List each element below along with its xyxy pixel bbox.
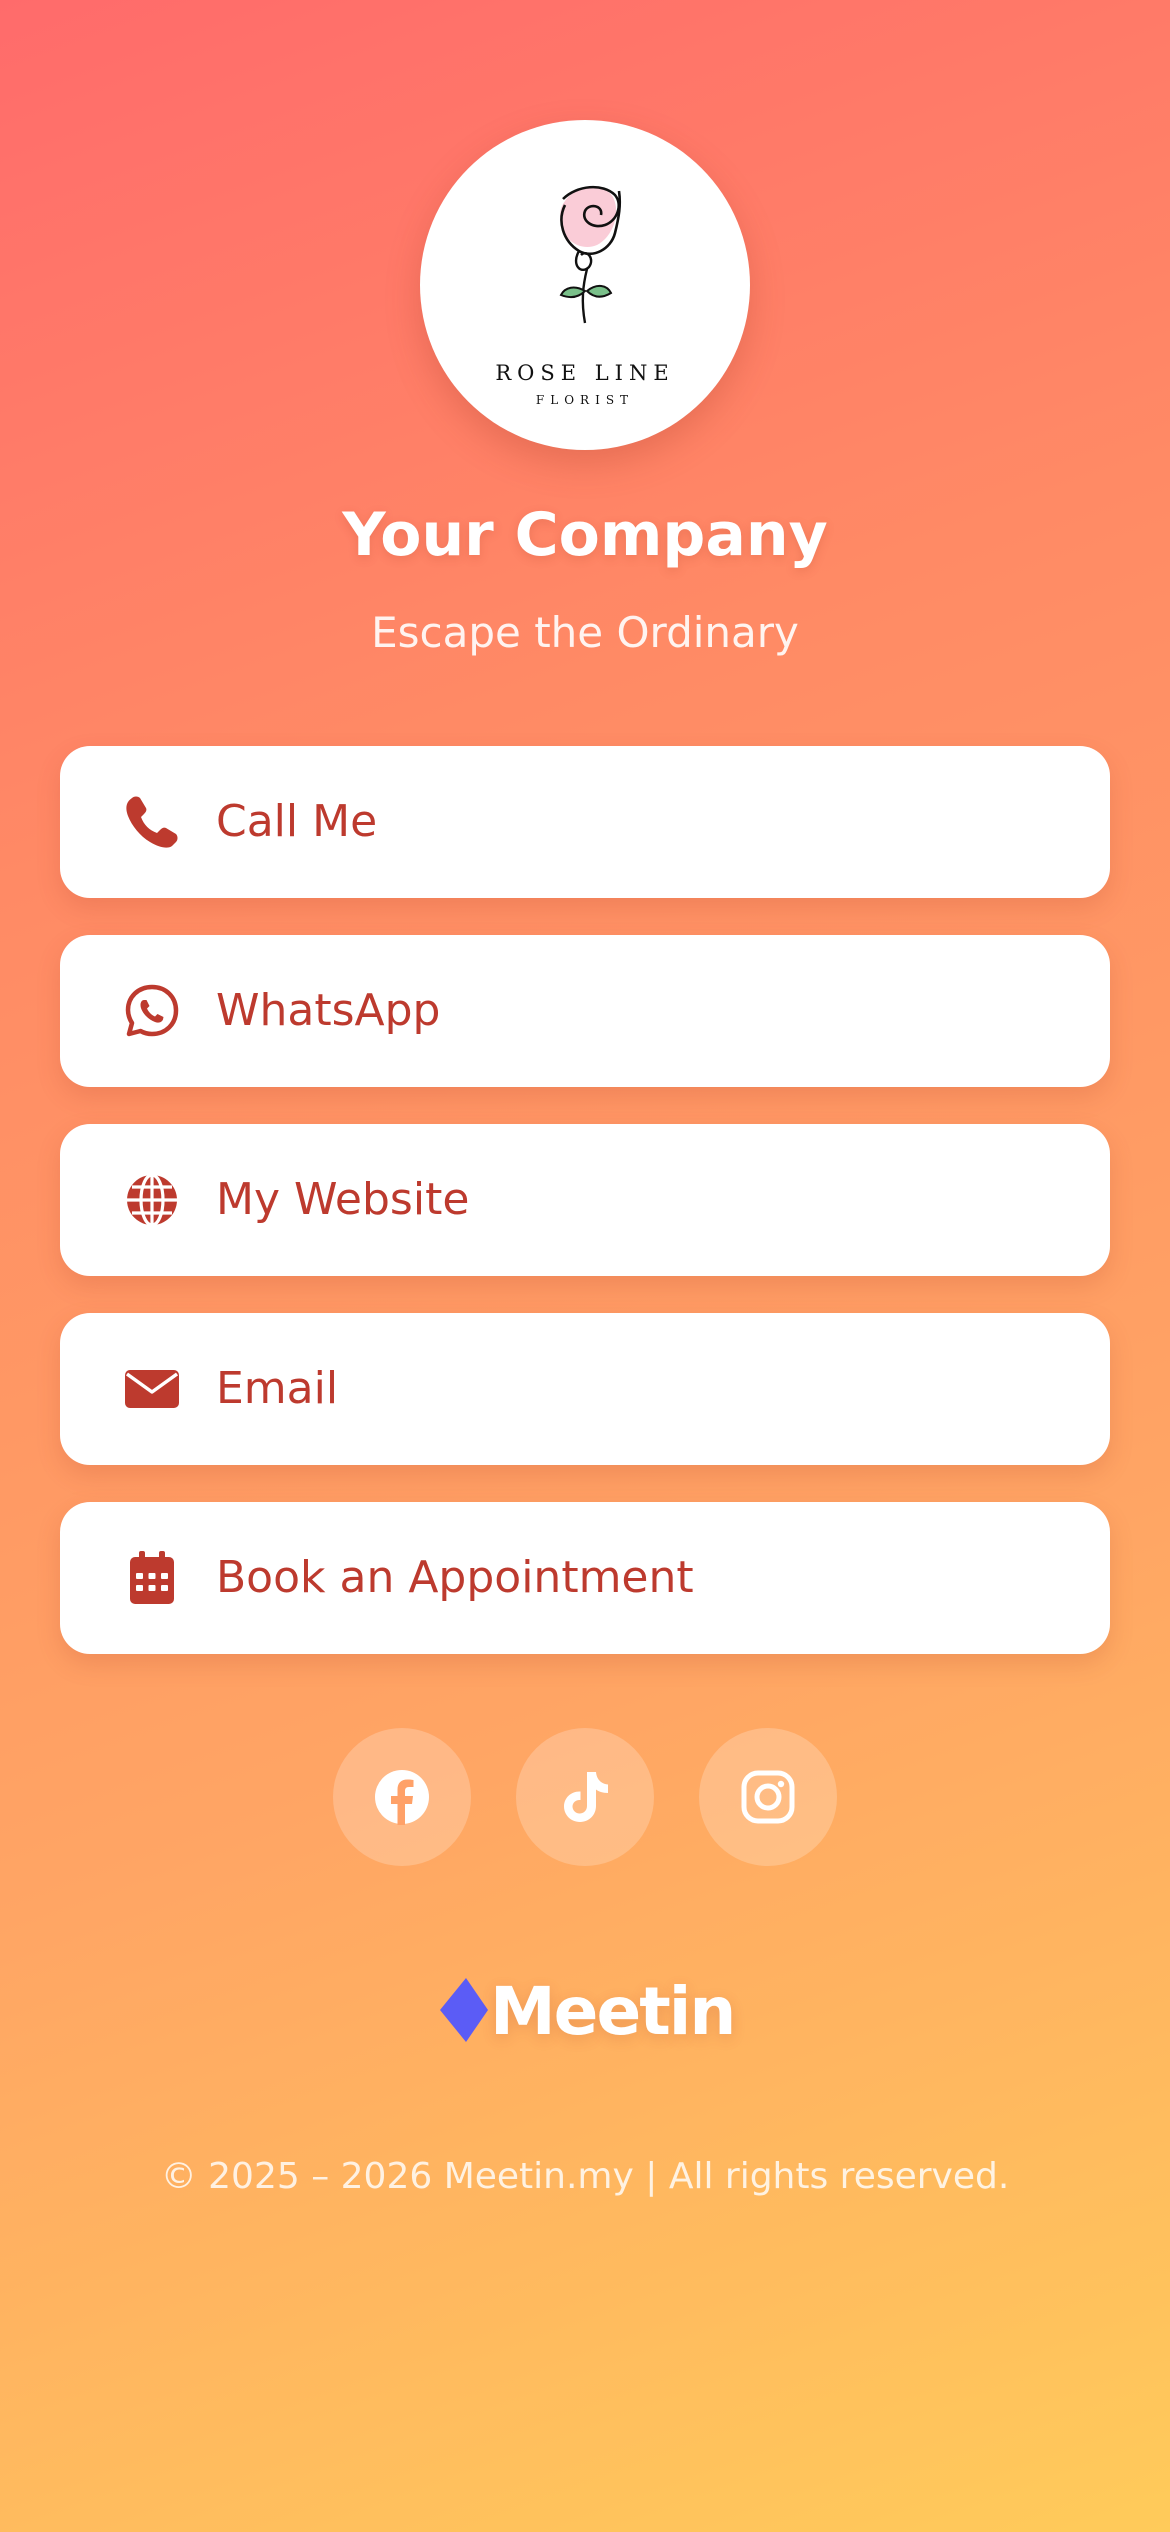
logo-title: ROSE LINE [495, 361, 675, 385]
globe-icon [127, 1173, 177, 1227]
footer-copyright: © 2025 – 2026 Meetin.my | All rights res… [160, 2156, 1010, 2197]
logo-subtitle: FLORIST [535, 393, 635, 407]
link-in-bio-page: ROSE LINE FLORIST Your Company Escape th… [0, 0, 1170, 2532]
brand-name: Meetin [490, 1973, 736, 2050]
facebook-button[interactable] [333, 1728, 471, 1866]
company-tagline: Escape the Ordinary [371, 608, 799, 657]
company-logo: ROSE LINE FLORIST [420, 120, 750, 450]
instagram-button[interactable] [699, 1728, 837, 1866]
website-button[interactable]: My Website [60, 1124, 1110, 1276]
website-label: My Website [216, 1174, 470, 1225]
tiktok-button[interactable] [516, 1728, 654, 1866]
diamond-logo-icon [440, 1978, 488, 2042]
facebook-icon [375, 1770, 429, 1825]
envelope-icon [125, 1370, 179, 1408]
call-me-label: Call Me [216, 796, 378, 847]
whatsapp-label: WhatsApp [216, 985, 441, 1036]
book-appointment-label: Book an Appointment [216, 1552, 694, 1603]
email-button[interactable]: Email [60, 1313, 1110, 1465]
whatsapp-button[interactable]: WhatsApp [60, 935, 1110, 1087]
calendar-icon [130, 1551, 174, 1604]
email-label: Email [216, 1363, 339, 1414]
tiktok-icon [564, 1772, 608, 1822]
meetin-brand-logo[interactable]: Meetin [436, 1972, 736, 2052]
phone-icon [126, 796, 178, 848]
call-me-button[interactable]: Call Me [60, 746, 1110, 898]
book-appointment-button[interactable]: Book an Appointment [60, 1502, 1110, 1654]
company-name: Your Company [342, 500, 828, 570]
instagram-icon [741, 1770, 795, 1824]
whatsapp-icon [125, 984, 179, 1037]
